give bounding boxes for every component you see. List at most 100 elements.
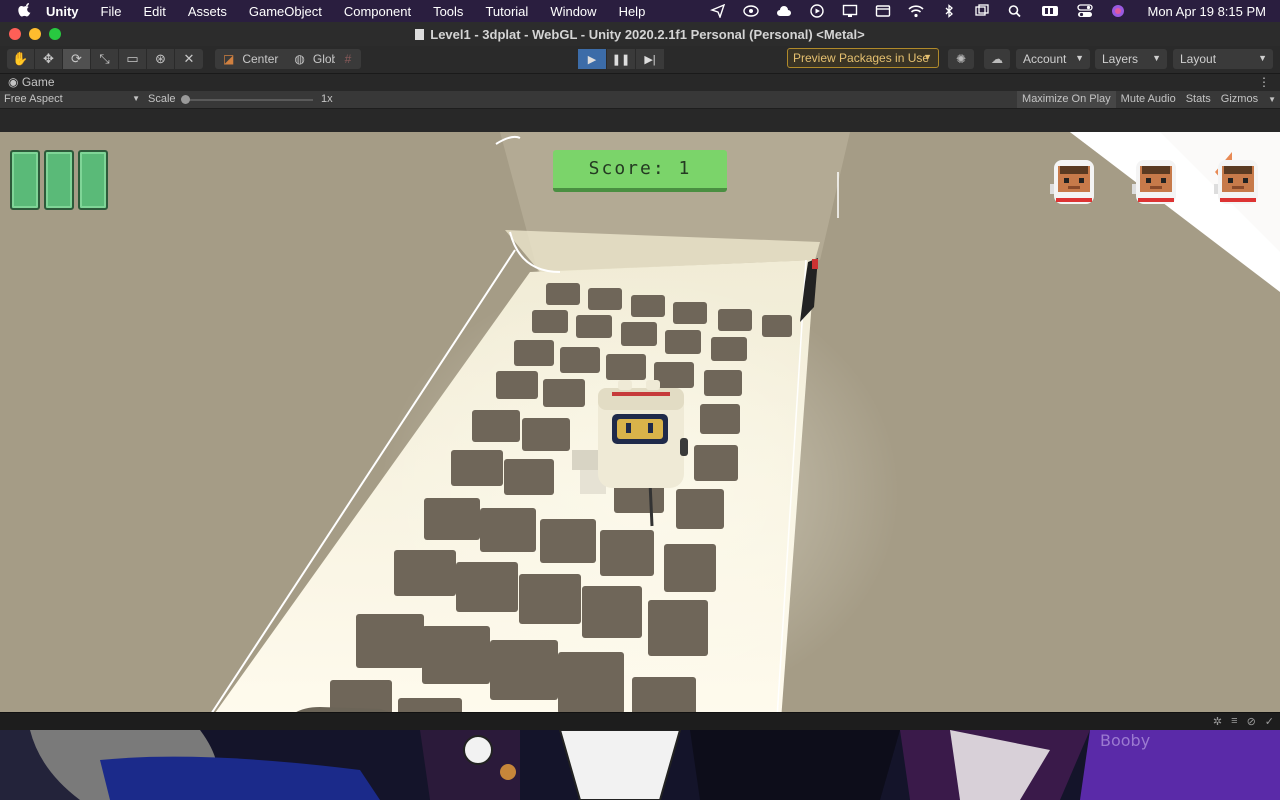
grid-snap-button[interactable]: # [335, 49, 361, 69]
transform-icon: ⊛ [155, 51, 166, 66]
display-icon[interactable] [842, 4, 858, 18]
menubar-clock[interactable]: Mon Apr 19 8:15 PM [1147, 4, 1266, 19]
gizmos-toggle[interactable]: Gizmos [1216, 91, 1263, 108]
main-toolbar: ✋ ✥ ⟳ ⤡ ▭ ⊛ ✕ ◪ Center ◍ Global # ▶ ❚❚ ▶| … [0, 46, 1280, 74]
macos-menu-bar: Unity File Edit Assets GameObject Compon… [0, 0, 1280, 22]
menu-unity[interactable]: Unity [46, 4, 79, 19]
account-dropdown[interactable]: Account ▼ [1016, 49, 1090, 69]
scale-slider-handle[interactable] [181, 95, 190, 104]
menu-gameobject[interactable]: GameObject [249, 4, 322, 19]
step-button[interactable]: ▶| [636, 49, 664, 69]
stats-toggle[interactable]: Stats [1181, 91, 1216, 108]
siri-icon[interactable] [1110, 4, 1126, 18]
aspect-dropdown[interactable]: Free Aspect ▼ [4, 93, 140, 105]
status-bar: ✲ ≡ ⊘ ✓ [0, 712, 1280, 731]
scale-slider[interactable] [181, 95, 313, 104]
astronaut-avatar-icon [1132, 160, 1176, 204]
cloud-icon[interactable] [776, 4, 792, 18]
account-label: Account [1023, 52, 1067, 66]
hand-tool-button[interactable]: ✋ [7, 49, 35, 69]
scale-value: 1x [321, 93, 333, 105]
chevron-down-icon: ▼ [923, 52, 932, 62]
wallpaper-art: Booby [0, 730, 1280, 800]
menu-help[interactable]: Help [619, 4, 646, 19]
step-icon: ▶| [644, 53, 656, 66]
keyboard-layout-icon[interactable] [1040, 4, 1060, 18]
apple-icon[interactable] [18, 3, 32, 19]
tab-menu-icon[interactable]: ⋮ [1258, 75, 1270, 89]
move-tool-button[interactable]: ✥ [35, 49, 63, 69]
maximize-on-play-toggle[interactable]: Maximize On Play [1017, 91, 1116, 108]
health-cards [10, 150, 108, 210]
play-button[interactable]: ▶ [578, 49, 606, 69]
rotate-icon: ⟳ [71, 51, 82, 66]
cache-server-icon[interactable]: ≡ [1231, 715, 1237, 728]
chevron-down-icon: ▼ [1075, 53, 1084, 63]
collab-button[interactable]: ☁ [984, 49, 1010, 69]
move-arrows-icon: ✥ [43, 51, 54, 66]
menu-tutorial[interactable]: Tutorial [485, 4, 528, 19]
document-icon [415, 29, 425, 40]
playmode-controls: ▶ ❚❚ ▶| [578, 49, 665, 69]
control-center-icon[interactable] [1077, 4, 1094, 18]
menu-assets[interactable]: Assets [188, 4, 227, 19]
gamepad-icon: ◉ [8, 75, 19, 89]
preview-packages-label: Preview Packages in Use [793, 51, 930, 65]
search-icon[interactable] [1007, 4, 1023, 18]
game-viewport[interactable]: Score: 1 [0, 132, 1280, 734]
health-card [44, 150, 74, 210]
card-icon[interactable] [875, 4, 891, 18]
hand-icon: ✋ [12, 51, 29, 66]
bug-icon[interactable]: ✲ [1213, 715, 1222, 728]
scale-tool-button[interactable]: ⤡ [91, 49, 119, 69]
health-card [78, 150, 108, 210]
astronaut-avatar-icon [1050, 160, 1094, 204]
aspect-label: Free Aspect [4, 93, 63, 105]
layout-label: Layout [1180, 52, 1217, 66]
send-icon[interactable] [710, 4, 726, 18]
score-display: Score: 1 [553, 150, 727, 192]
windows-icon[interactable] [974, 4, 990, 18]
menu-tools[interactable]: Tools [433, 4, 463, 19]
preview-packages-dropdown[interactable]: Preview Packages in Use ▼ [787, 48, 939, 68]
menu-component[interactable]: Component [344, 4, 411, 19]
layout-dropdown[interactable]: Layout ▼ [1173, 49, 1273, 69]
play-circle-icon[interactable] [809, 4, 825, 18]
chevron-down-icon[interactable]: ▼ [1263, 91, 1280, 108]
custom-tool-button[interactable]: ✕ [175, 49, 203, 69]
scale-label: Scale [148, 93, 176, 105]
check-icon[interactable]: ✓ [1265, 715, 1274, 728]
unity-editor-window: Level1 - 3dplat - WebGL - Unity 2020.2.1… [0, 22, 1280, 734]
tab-game-label: Game [21, 75, 55, 89]
creative-cloud-icon[interactable] [743, 4, 760, 18]
menu-file[interactable]: File [101, 4, 122, 19]
rect-tool-button[interactable]: ▭ [119, 49, 147, 69]
astronaut-avatar-icon [1214, 160, 1258, 204]
chevron-down-icon: ▼ [132, 94, 140, 103]
tools-icon: ✕ [183, 51, 195, 66]
sun-icon: ✺ [955, 52, 967, 66]
pivot-center-toggle[interactable]: ◪ Center [215, 49, 286, 69]
pivot-icon: ◪ [223, 52, 235, 66]
health-card [10, 150, 40, 210]
tab-game[interactable]: ◉ Game [8, 75, 55, 89]
menu-edit[interactable]: Edit [143, 4, 165, 19]
mute-audio-toggle[interactable]: Mute Audio [1116, 91, 1181, 108]
game-tab-bar: ◉ Game ⋮ [0, 74, 1280, 91]
wallpaper-graffiti: Booby [1100, 731, 1150, 750]
auto-generate-lighting-icon[interactable]: ⊘ [1247, 715, 1256, 728]
layers-dropdown[interactable]: Layers ▼ [1095, 49, 1167, 69]
rect-icon: ▭ [126, 51, 139, 66]
window-titlebar: Level1 - 3dplat - WebGL - Unity 2020.2.1… [0, 22, 1280, 46]
transform-tool-button[interactable]: ⊛ [147, 49, 175, 69]
wifi-icon[interactable] [908, 4, 925, 18]
rotate-tool-button[interactable]: ⟳ [63, 49, 91, 69]
scale-icon: ⤡ [99, 51, 110, 66]
bluetooth-icon[interactable] [941, 4, 957, 18]
cloud-icon: ☁ [991, 52, 1003, 66]
lighting-button[interactable]: ✺ [948, 49, 974, 69]
chevron-down-icon: ▼ [1258, 53, 1267, 63]
menu-window[interactable]: Window [550, 4, 596, 19]
grid-icon: # [344, 52, 352, 66]
pause-button[interactable]: ❚❚ [607, 49, 635, 69]
